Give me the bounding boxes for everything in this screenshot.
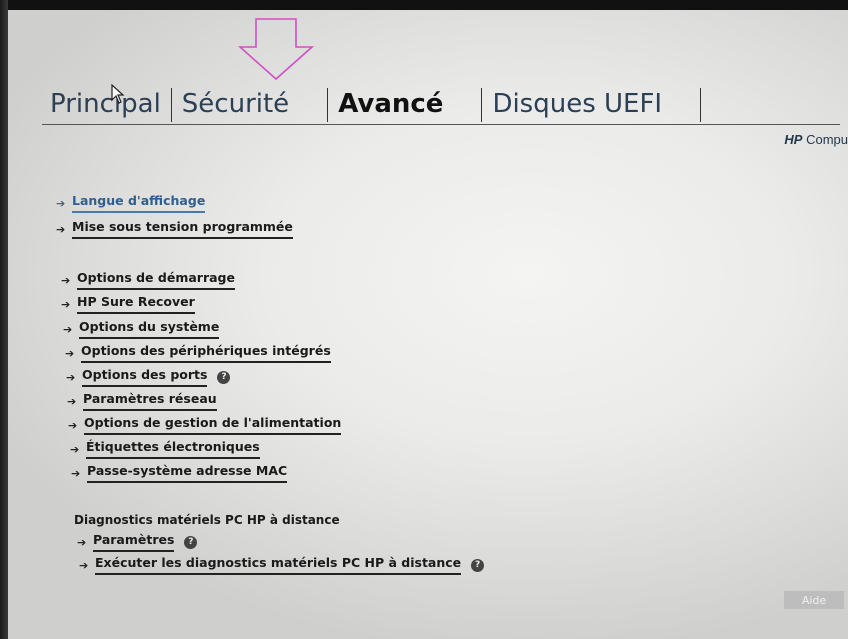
menu-item-options-ports[interactable]: ➔ Options des ports ? bbox=[66, 367, 231, 387]
mouse-cursor-icon bbox=[111, 84, 125, 104]
menu-item-parametres-reseau[interactable]: ➔ Paramètres réseau bbox=[67, 391, 217, 411]
arrow-right-icon: ➔ bbox=[56, 222, 66, 236]
tab-underline-rule bbox=[42, 124, 840, 125]
menu-item-label: Options des ports bbox=[82, 367, 208, 387]
menu-item-label: Étiquettes électroniques bbox=[86, 439, 260, 459]
menu-item-label: Options de gestion de l'alimentation bbox=[84, 415, 342, 435]
question-circle-icon[interactable]: ? bbox=[471, 558, 485, 572]
tab-separator bbox=[700, 88, 702, 122]
arrow-right-icon: ➔ bbox=[61, 297, 71, 311]
menu-item-label: Mise sous tension programmée bbox=[72, 219, 293, 239]
menu-item-gestion-alimentation[interactable]: ➔ Options de gestion de l'alimentation bbox=[68, 415, 342, 435]
tab-principal[interactable]: Principal bbox=[42, 86, 169, 122]
arrow-right-icon: ➔ bbox=[61, 273, 71, 287]
tab-securite[interactable]: Sécurité bbox=[174, 86, 297, 122]
annotation-arrow-icon bbox=[238, 18, 315, 81]
tab-bar: Principal Sécurité Avancé Disques UEFI bbox=[42, 78, 703, 122]
menu-item-label: HP Sure Recover bbox=[77, 294, 195, 314]
menu-item-label: Options de démarrage bbox=[77, 270, 235, 290]
menu-item-label: Options du système bbox=[79, 319, 220, 339]
menu-item-label: Paramètres réseau bbox=[83, 391, 217, 411]
tab-separator bbox=[481, 88, 483, 122]
arrow-right-icon: ➔ bbox=[71, 466, 81, 480]
menu-item-label: Options des périphériques intégrés bbox=[81, 343, 331, 363]
arrow-right-icon: ➔ bbox=[66, 370, 76, 384]
arrow-right-icon: ➔ bbox=[65, 346, 75, 360]
menu-item-hp-sure-recover[interactable]: ➔ HP Sure Recover bbox=[61, 294, 195, 314]
left-bezel bbox=[0, 0, 8, 639]
menu-item-options-systeme[interactable]: ➔ Options du système bbox=[63, 319, 220, 339]
arrow-right-icon: ➔ bbox=[77, 535, 87, 549]
menu-item-label: Langue d'affichage bbox=[72, 193, 206, 213]
menu-item-peripheriques-integres[interactable]: ➔ Options des périphériques intégrés bbox=[65, 343, 331, 363]
arrow-right-icon: ➔ bbox=[56, 196, 66, 210]
arrow-right-icon: ➔ bbox=[63, 322, 73, 336]
menu-item-label: Exécuter les diagnostics matériels PC HP… bbox=[95, 555, 462, 575]
question-circle-icon[interactable]: ? bbox=[217, 370, 231, 384]
arrow-right-icon: ➔ bbox=[67, 394, 77, 408]
tab-disques-uefi[interactable]: Disques UEFI bbox=[484, 86, 670, 122]
tab-separator bbox=[170, 88, 172, 122]
arrow-right-icon: ➔ bbox=[79, 558, 89, 572]
question-circle-icon[interactable]: ? bbox=[184, 535, 198, 549]
arrow-right-icon: ➔ bbox=[68, 418, 78, 432]
tab-avance[interactable]: Avancé bbox=[330, 86, 451, 122]
menu-item-langue[interactable]: ➔ Langue d'affichage bbox=[56, 193, 206, 213]
menu-item-diag-parametres[interactable]: ➔ Paramètres ? bbox=[77, 532, 198, 552]
menu-item-etiquettes-electroniques[interactable]: ➔ Étiquettes électroniques bbox=[70, 439, 260, 459]
menu-item-diag-executer[interactable]: ➔ Exécuter les diagnostics matériels PC … bbox=[79, 555, 485, 575]
brand-label: HP Compu bbox=[784, 132, 848, 147]
menu-item-options-demarrage[interactable]: ➔ Options de démarrage bbox=[61, 270, 235, 290]
arrow-right-icon: ➔ bbox=[70, 442, 80, 456]
menu-item-label: Paramètres bbox=[93, 532, 175, 552]
menu-item-mise-sous-tension[interactable]: ➔ Mise sous tension programmée bbox=[56, 219, 293, 239]
menu-item-passe-systeme-mac[interactable]: ➔ Passe-système adresse MAC bbox=[71, 463, 288, 483]
menu-item-label: Passe-système adresse MAC bbox=[87, 463, 288, 483]
brand-text: Compu bbox=[806, 132, 848, 147]
diagnostics-section-title: Diagnostics matériels PC HP à distance bbox=[74, 513, 340, 527]
tab-separator bbox=[327, 88, 329, 122]
brand-bold: HP bbox=[784, 132, 803, 147]
help-button[interactable]: Aide bbox=[784, 591, 844, 609]
